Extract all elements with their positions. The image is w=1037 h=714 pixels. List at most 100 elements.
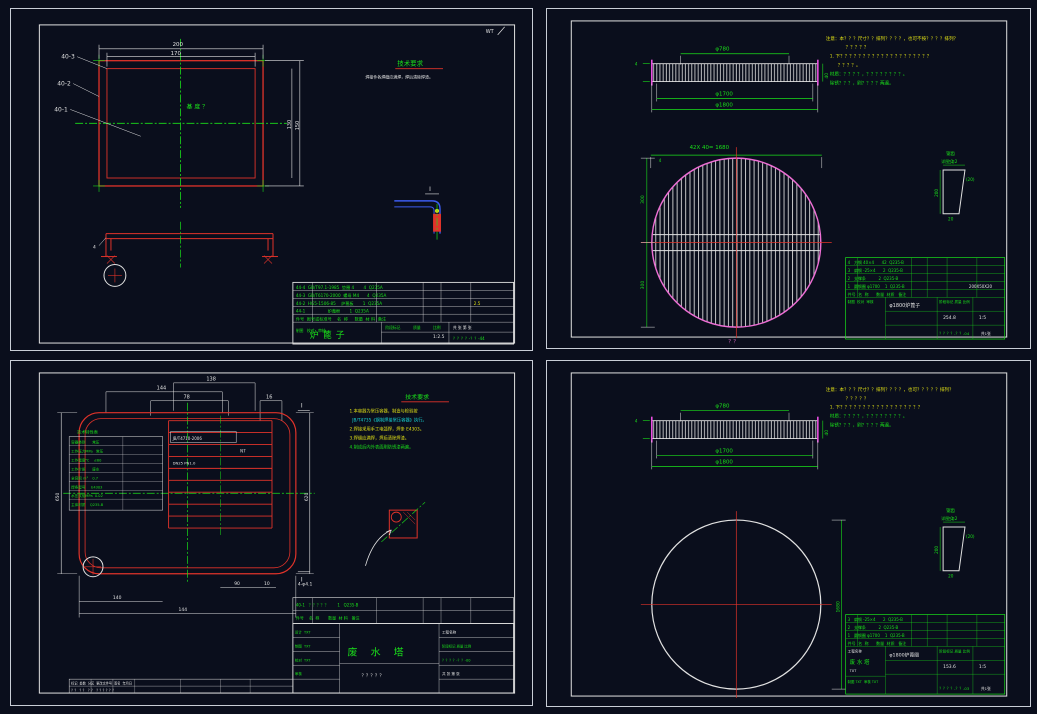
bl-dim-left: 650 [55, 492, 61, 501]
tl-tech-requirements: 技术要求 焊接件各焊缝应满焊，焊后清除焊渣。 [365, 59, 443, 80]
tl-tech-line: 焊接件各焊缝应满焊，焊后清除焊渣。 [365, 75, 432, 80]
tr-dim-gap4: 4 [659, 158, 662, 163]
bl-bottom-dimensions: 90 10 4-φ4.1 140 144 [78, 575, 313, 618]
br-dim-1700: φ1700 [715, 448, 733, 454]
tl-dim-130: 130 [287, 120, 293, 129]
br-stage-label: 阶段标记 质量 比例 [939, 648, 970, 653]
bl-revision-row: ？？ ？？ ？？ ？？？？？？ [71, 689, 115, 693]
tl-bom-highlight: 2.5 [474, 301, 481, 306]
tr-dim-bar-count: 42X 40= 1680 [690, 145, 730, 151]
tl-sheet: 共 张 第 张 [453, 325, 472, 330]
br-bom-row: 3 扁钢 -25×4 2 Q235-B [848, 617, 903, 622]
tr-part-name: φ1800炉蓖子 [889, 302, 920, 309]
bl-tech-row: 工作温度℃ ≤60 [71, 457, 102, 462]
tr-note-line: 材质：？？？？，？？？？？？？？。 [830, 71, 908, 78]
tl-dimensions [98, 44, 304, 187]
tl-bom-row: 44-4 GB/T97.1-1985 垫圈 4 4 Q235A [296, 284, 383, 290]
tr-bom-row: 4 方钢 40×4 42 Q235-B [848, 260, 905, 265]
bl-sign-2: 制图 TXT [295, 643, 312, 648]
tr-bom-header: 件号 名 称 数量 材质 备注 [848, 292, 907, 297]
bl-top-dimensions: 138 144 78 16 [105, 376, 283, 421]
tl-section-mark: I [429, 186, 431, 193]
tr-sheet: 共1张 [981, 331, 991, 336]
tr-notes: 注意：本？？？尺寸？？排列？？？？，也可不按？？？？排列？ ？？？？？ 1. 下… [826, 35, 958, 87]
br-dim-1680: 1680 [836, 601, 842, 613]
bl-tech-row: 容器类别 常压 [71, 440, 100, 445]
br-mass: 153.6 [943, 664, 956, 670]
bl-sign-3: 校对 TXT [295, 657, 312, 662]
sheet-top-left: WT 基 度 ？ 200 170 150 130 40-3 40-2 40-1 … [10, 8, 533, 351]
tr-note-line: 注意：本？？？尺寸？？排列？？？？，也可不按？？？？排列？ [826, 35, 958, 42]
tl-section-x-marks [106, 255, 273, 264]
tl-scale-label: 比例 [433, 325, 441, 330]
tl-corner-mark: WT [486, 29, 495, 35]
tr-dim-1700: φ1700 [715, 91, 733, 97]
bl-tech-item: 4.制成后内外表面刷防锈漆两遍。 [350, 443, 414, 450]
tr-stage-label: 阶段标记 质量 比例 [939, 299, 970, 304]
bl-tech-row: 主体材质 Q235-B [71, 502, 104, 507]
br-project-title: 废 水 塔 [850, 658, 870, 666]
tr-scale: 1:5 [979, 315, 986, 321]
bl-tech-row: 全容积 m³ 0.7 [71, 475, 98, 480]
bl-project-label: 工程名称 [442, 629, 457, 634]
bl-nozzle-dn: DN25 PN1.0 [173, 461, 196, 465]
tr-bottom-mark: ？？ [728, 339, 738, 345]
br-project-label: 工程名称 [848, 648, 863, 653]
bl-revision-strip: 标记 处数 分区 更改文件号 签名 年月日 ？？ ？？ ？？ ？？？？？？ [68, 678, 294, 694]
tl-sign-rows: 制图 校对 审核 [296, 328, 326, 333]
bl-tech-title: 技术要求 [405, 393, 429, 401]
tl-callouts: 40-3 40-2 40-1 [54, 54, 141, 137]
tr-bom-row: 1 圆钢圈 φ1700 1 Q235-B [848, 284, 905, 289]
bl-dim-140: 140 [113, 595, 122, 601]
tr-detail-d20: 20 [948, 217, 954, 222]
tr-note-line: 除锈？？？，刷？？？？两遍。 [830, 80, 894, 87]
bl-sign-1: 设计 TXT [295, 629, 312, 634]
br-note-line: 材质：？？？？，？？？？？？？？。 [830, 413, 908, 420]
bl-tech-table-title: 技术特性表 [77, 429, 98, 435]
tr-bom-row: 2 支撑条 2 Q235-B [848, 276, 899, 281]
tl-mass-label: 质量 [413, 325, 421, 330]
tl-dwg-no: ？？？？-？？-44 [453, 336, 485, 341]
tr-detail-d200: 200 [934, 189, 939, 197]
bl-tech-table: 技术特性表 容器类别 常压 工作压力MPa 常压 工作温度℃ ≤60 工作介质 … [68, 429, 163, 511]
br-bom-row: 1 圆钢圈 φ1700 1 Q235-B [848, 633, 905, 638]
bl-section-mark-top: I [301, 403, 303, 410]
bl-standard-text: JB/T4710-2006 [172, 436, 203, 441]
tl-corner-tick [497, 26, 505, 36]
bl-sheet: 共 张 第 张 [442, 671, 460, 676]
bl-stage-label: 阶段标记 质量 比例 [442, 643, 472, 648]
tr-detail-d50: 50 [949, 160, 955, 165]
tl-part-note: 基 度 ？ [186, 102, 208, 110]
br-sub: TXT [849, 669, 858, 673]
sheet-top-right: 注意：本？？？尺寸？？排列？？？？，也可不按？？？？排列？ ？？？？？ 1. 下… [546, 8, 1031, 349]
tl-dim-150: 150 [295, 121, 301, 130]
bl-parts-header: 件号 名 称 数量 材 料 备注 [296, 615, 360, 620]
tl-bom-row: 44-3 GB/T6170-2000 螺母 M4 4 Q235A [296, 292, 387, 298]
tl-bend-detail: I [394, 186, 442, 240]
tr-plan-view: 42X 40= 1680 300 300 4 ？？ [640, 145, 832, 345]
bl-dim-right: 620 [304, 492, 310, 501]
br-sheet: 共1张 [981, 686, 991, 691]
br-title-block: 3 扁钢 -25×4 2 Q235-B 2 支撑条 2 Q235-B 1 圆钢圈… [845, 614, 1006, 695]
tr-detail-label1: 锯齿 [946, 150, 955, 157]
br-detail-d50: 50 [949, 517, 955, 522]
bl-tech-item: 3.焊缝应满焊，焊后清除焊渣。 [350, 435, 410, 442]
br-note-line: ？？？？？ [846, 396, 869, 402]
br-sign-rows: 制图 TXT 审核 TXT [848, 679, 879, 684]
bl-nozzle-n7: N7 [240, 448, 246, 453]
bl-tech-row: 工作介质 废水 [71, 466, 100, 471]
bl-dim-138: 138 [206, 376, 215, 382]
tl-dim-200: 200 [173, 42, 184, 48]
tr-dim-300a: 300 [640, 195, 646, 204]
tr-grate-hatch [651, 63, 818, 82]
tr-dim-1800: φ1800 [715, 102, 733, 108]
bl-parts-row: 40-1 ？？？？？ 1 Q235-B [296, 603, 359, 608]
br-scale: 1:5 [979, 664, 986, 670]
bl-tech-item: 1.本容器为常压容器，制造与检验按 [350, 408, 419, 415]
tr-sign-rows: 制图 校对 审核 [848, 299, 874, 304]
tr-note-line: ？？？？？ [846, 45, 869, 51]
bl-tech-row: 工作压力MPa 常压 [71, 448, 103, 453]
br-side-view: φ780 4 40 φ1700 φ1800 [635, 404, 830, 470]
tr-dim-300b: 300 [640, 281, 646, 290]
bl-tech-row: 水压试验MPa 0.02 [71, 493, 103, 498]
